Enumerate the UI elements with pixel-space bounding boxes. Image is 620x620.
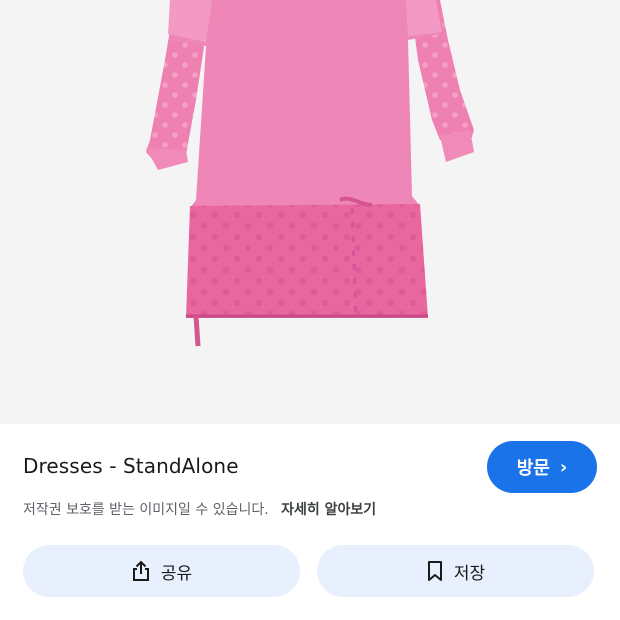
image-info-panel: Dresses - StandAlone 방문 › 저작권 보호를 받는 이미지… [0,424,620,620]
learn-more-link[interactable]: 자세히 알아보기 [281,502,376,518]
product-image[interactable] [0,0,620,424]
save-label: 저장 [453,563,486,584]
copyright-notice: 저작권 보호를 받는 이미지일 수 있습니다. 자세히 알아보기 [23,499,376,519]
share-label: 공유 [160,563,193,584]
chevron-right-icon: › [559,456,568,478]
bookmark-icon [426,560,444,582]
share-button[interactable]: 공유 [23,545,300,597]
copyright-text: 저작권 보호를 받는 이미지일 수 있습니다. [23,502,269,518]
save-button[interactable]: 저장 [317,545,594,597]
visit-button[interactable]: 방문 › [487,441,597,493]
share-icon [131,560,151,582]
dress-image-graphic [146,0,474,347]
visit-label: 방문 [516,458,550,479]
page-title[interactable]: Dresses - StandAlone [23,454,239,478]
